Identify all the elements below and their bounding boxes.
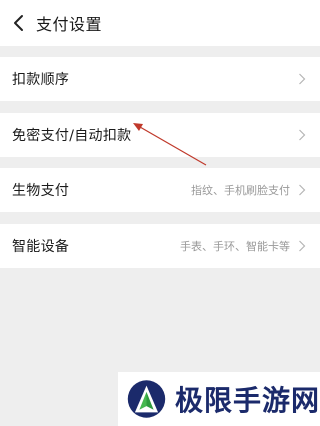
settings-item-value: 指纹、手机刷脸支付 xyxy=(191,184,290,197)
brand-logo-icon xyxy=(127,380,166,418)
watermark-text: 极限手游网 xyxy=(174,384,320,417)
watermark: 极限手游网 xyxy=(118,372,320,426)
settings-item-biometric-payment[interactable]: 生物支付 指纹、手机刷脸支付 xyxy=(0,168,320,212)
settings-item-deduction-order[interactable]: 扣款顺序 xyxy=(0,57,320,101)
settings-item-label: 免密支付/自动扣款 xyxy=(12,128,132,144)
settings-item-label: 扣款顺序 xyxy=(12,72,70,88)
page-title: 支付设置 xyxy=(36,15,103,34)
nav-bar: 支付设置 xyxy=(0,0,320,46)
settings-item-smart-devices[interactable]: 智能设备 手表、手环、智能卡等 xyxy=(0,224,320,268)
chevron-right-icon xyxy=(294,127,310,143)
payment-settings-screen: 支付设置 扣款顺序 免密支付/自动扣款 生物支付 指纹、手机刷脸支付 智能设备 … xyxy=(0,0,320,426)
chevron-left-icon xyxy=(14,15,23,31)
back-button[interactable] xyxy=(2,0,36,46)
chevron-right-icon xyxy=(294,182,310,198)
settings-item-password-free-payment[interactable]: 免密支付/自动扣款 xyxy=(0,113,320,157)
chevron-right-icon xyxy=(294,238,310,254)
settings-item-label: 智能设备 xyxy=(12,239,70,255)
settings-item-label: 生物支付 xyxy=(12,183,70,199)
settings-item-value: 手表、手环、智能卡等 xyxy=(180,240,290,253)
chevron-right-icon xyxy=(294,71,310,87)
